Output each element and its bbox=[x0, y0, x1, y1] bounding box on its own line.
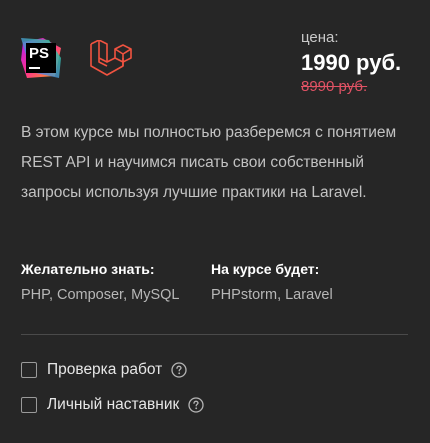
old-price: 8990 руб. bbox=[301, 78, 368, 95]
personal-mentor-label[interactable]: Личный наставник bbox=[47, 395, 179, 415]
tech-logos: PS bbox=[21, 38, 61, 78]
phpstorm-logo-icon: PS bbox=[21, 38, 61, 78]
course-description: В этом курсе мы полностью разберемся с п… bbox=[21, 124, 397, 201]
laravel-logo-icon bbox=[89, 39, 135, 80]
course-tools-value: PHPstorm, Laravel bbox=[211, 287, 333, 303]
option-work-review[interactable]: Проверка работ bbox=[21, 360, 187, 380]
prerequisites-title: Желательно знать: bbox=[21, 261, 155, 277]
phpstorm-logo-text: PS bbox=[29, 45, 50, 62]
prerequisites-value: PHP, Composer, MySQL bbox=[21, 287, 180, 303]
help-circle-icon[interactable] bbox=[171, 362, 187, 378]
course-tools: На курсе будет: PHPstorm, Laravel bbox=[211, 260, 333, 304]
divider bbox=[21, 334, 408, 335]
work-review-checkbox[interactable] bbox=[21, 362, 37, 378]
course-tools-title: На курсе будет: bbox=[211, 261, 320, 277]
price-block: цена: 1990 руб. 8990 руб. bbox=[301, 29, 401, 96]
current-price: 1990 руб. bbox=[301, 50, 402, 75]
prerequisites: Желательно знать: PHP, Composer, MySQL bbox=[21, 260, 180, 304]
price-label: цена: bbox=[301, 29, 339, 46]
help-circle-icon[interactable] bbox=[188, 397, 204, 413]
work-review-label[interactable]: Проверка работ bbox=[47, 360, 162, 380]
option-personal-mentor[interactable]: Личный наставник bbox=[21, 395, 204, 415]
course-card: PS цена: 1990 руб. 8990 руб. В этом курс… bbox=[0, 0, 430, 443]
personal-mentor-checkbox[interactable] bbox=[21, 397, 37, 413]
